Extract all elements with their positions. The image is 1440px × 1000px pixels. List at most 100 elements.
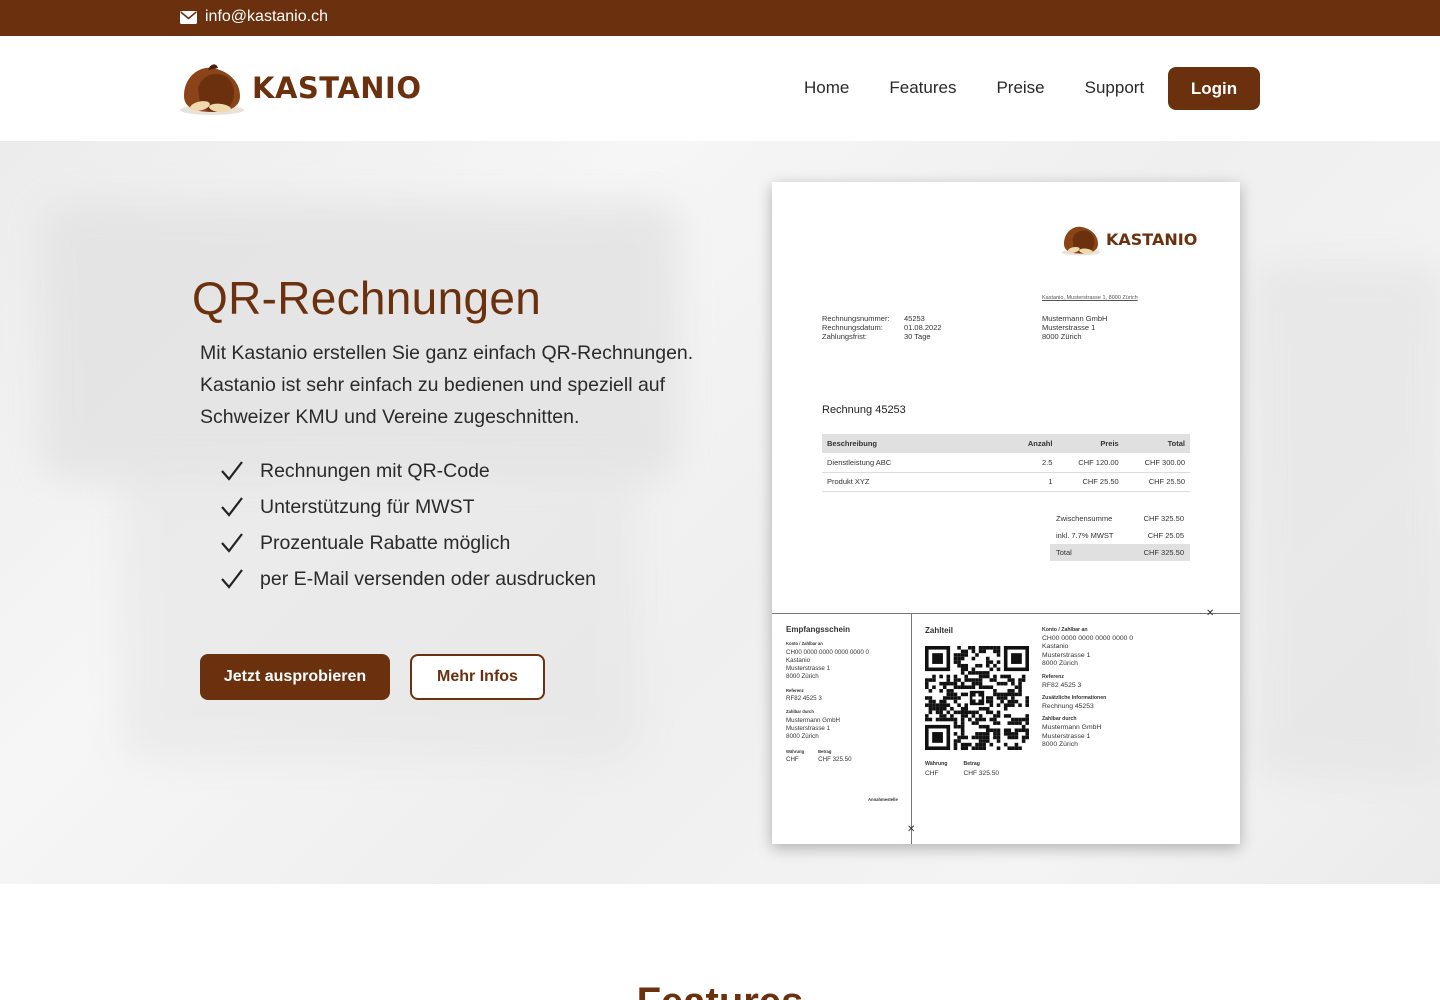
hero-title: QR-Rechnungen <box>192 272 542 324</box>
acceptance-point: Annahmestelle <box>868 797 898 802</box>
feature-list: Rechnungen mit QR-Code Unterstützung für… <box>220 453 596 597</box>
table-cell: Produkt XYZ <box>822 472 1012 492</box>
receipt-amount: Währung CHF Betrag CHF 325.50 <box>786 748 904 765</box>
address-line: 8000 Zürich <box>1042 332 1082 341</box>
try-now-button[interactable]: Jetzt ausprobieren <box>200 654 390 700</box>
feature-item: per E-Mail versenden oder ausdrucken <box>220 561 596 597</box>
meta-label: Rechnungsnummer: <box>822 314 890 323</box>
top-contact-bar: info@kastanio.ch <box>0 0 1440 36</box>
contact-email-link[interactable]: info@kastanio.ch <box>180 8 328 26</box>
payslip-line: Musterstrasse 1 <box>1042 651 1091 659</box>
invoice-meta: Rechnungsnummer: 45253 Rechnungsdatum: 01.… <box>822 314 942 341</box>
invoice-items-table: Beschreibung Anzahl Preis Total Dienstle… <box>822 434 1190 492</box>
receipt-label: Währung <box>786 748 805 754</box>
receipt-line: Kastanio <box>786 656 811 664</box>
payslip-label: Zusätzliche Informationen <box>1042 695 1107 702</box>
login-button[interactable]: Login <box>1168 67 1260 110</box>
qr-code-icon <box>925 646 1029 750</box>
receipt-label: Zahlbar durch <box>786 709 814 715</box>
table-cell: CHF 300.00 <box>1123 453 1190 473</box>
payslip-currency: CHF <box>925 770 939 777</box>
totals-value: CHF 325.50 <box>1143 514 1184 523</box>
nav-features[interactable]: Features <box>889 66 956 110</box>
nav-home[interactable]: Home <box>804 66 849 110</box>
column-header: Preis <box>1057 434 1124 453</box>
payslip-label: Währung <box>925 761 948 767</box>
feature-text: Unterstützung für MWST <box>260 495 475 518</box>
totals-value: CHF 25.05 <box>1147 531 1184 540</box>
contact-email[interactable]: info@kastanio.ch <box>205 8 328 26</box>
chestnut-logo-icon <box>180 64 244 115</box>
column-header: Beschreibung <box>822 434 1012 453</box>
payslip-line: Musterstrasse 1 <box>1042 732 1091 740</box>
payment-receipt: Empfangsschein Konto / Zahlbar an CH00 0… <box>786 625 904 802</box>
feature-item: Rechnungen mit QR-Code <box>220 453 596 489</box>
payslip-label: Zahlbar durch <box>1042 716 1077 723</box>
table-cell: 2.5 <box>1012 453 1058 473</box>
totals-label: inkl. 7.7% MWST <box>1056 531 1114 540</box>
receipt-amount-value: CHF 325.50 <box>818 755 852 763</box>
totals-row: Total CHF 325.50 <box>1050 544 1190 561</box>
scissors-icon: ✕ <box>1206 608 1215 619</box>
feature-text: per E-Mail versenden oder ausdrucken <box>260 567 597 590</box>
payslip-amount-value: CHF 325.50 <box>963 770 1000 777</box>
receipt-line: 8000 Zürich <box>786 733 819 741</box>
payslip-line: RF82 4525 3 <box>1042 681 1082 689</box>
feature-item: Prozentuale Rabatte möglich <box>220 525 596 561</box>
features-section-heading: Features <box>0 980 1440 1000</box>
meta-label: Rechnungsdatum: <box>822 323 883 332</box>
payslip-line: Rechnung 45253 <box>1042 702 1094 710</box>
meta-value: 45253 <box>904 314 925 323</box>
meta-label: Zahlungsfrist: <box>822 332 868 341</box>
address-line: Musterstrasse 1 <box>1042 323 1096 332</box>
checkmark-icon <box>221 533 243 553</box>
perforation-line <box>772 613 1240 614</box>
invoice-totals: Zwischensumme CHF 325.50 inkl. 7.7% MWST C… <box>1050 510 1190 561</box>
receipt-line: CH00 0000 0000 0000 0000 0 <box>786 648 869 656</box>
payslip-line: 8000 Zürich <box>1042 741 1078 749</box>
totals-row: inkl. 7.7% MWST CHF 25.05 <box>1050 527 1190 544</box>
table-cell: CHF 25.50 <box>1123 472 1190 492</box>
receipt-label: Konto / Zahlbar an <box>786 641 823 647</box>
payslip-line: Mustermann GmbH <box>1042 723 1102 731</box>
recipient-address: Mustermann GmbH Musterstrasse 1 8000 Zür… <box>1042 314 1107 341</box>
more-info-button[interactable]: Mehr Infos <box>410 654 545 700</box>
nav-support[interactable]: Support <box>1085 66 1145 110</box>
receipt-currency: CHF <box>786 755 799 763</box>
receipt-label: Betrag <box>818 748 832 754</box>
checkmark-icon <box>221 497 243 517</box>
column-header: Anzahl <box>1012 434 1058 453</box>
envelope-icon <box>180 10 197 24</box>
site-header: KASTANIO Home Features Preise Support Lo… <box>0 36 1440 141</box>
receipt-line: 8000 Zürich <box>786 673 819 681</box>
meta-value: 30 Tage <box>904 332 931 341</box>
payslip-amount: Währung CHF Betrag CHF 325.50 <box>925 760 999 778</box>
brand-logo[interactable]: KASTANIO <box>178 60 422 116</box>
feature-text: Prozentuale Rabatte möglich <box>260 531 511 554</box>
main-nav: Home Features Preise Support <box>804 66 1184 110</box>
table-row: Dienstleistung ABC 2.5 CHF 120.00 CHF 30… <box>822 453 1190 473</box>
nav-preise[interactable]: Preise <box>996 66 1044 110</box>
payslip-label: Betrag <box>963 761 980 767</box>
invoice-title: Rechnung 45253 <box>822 404 906 416</box>
table-cell: Dienstleistung ABC <box>822 453 1012 473</box>
payslip-line: 8000 Zürich <box>1042 660 1078 668</box>
table-row: Produkt XYZ 1 CHF 25.50 CHF 25.50 <box>822 472 1190 492</box>
payslip-title: Zahlteil <box>925 626 954 635</box>
background-blur <box>1250 261 1440 781</box>
checkmark-icon <box>221 569 243 589</box>
sender-line: Kastanio, Musterstrasse 1, 8000 Zürich <box>1042 295 1138 301</box>
hero-section: QR-Rechnungen Mit Kastanio erstellen Sie… <box>0 141 1440 884</box>
table-cell: CHF 120.00 <box>1057 453 1124 473</box>
receipt-line: Musterstrasse 1 <box>786 665 831 673</box>
perforation-line <box>911 613 912 844</box>
payslip-line: CH00 0000 0000 0000 0000 0 <box>1042 634 1134 642</box>
column-header: Total <box>1123 434 1190 453</box>
payslip-line: Kastanio <box>1042 643 1069 651</box>
receipt-line: RF82 4525 3 <box>786 695 822 703</box>
brand-wordmark: KASTANIO <box>252 71 422 105</box>
table-cell: 1 <box>1012 472 1058 492</box>
checkmark-icon <box>221 461 243 481</box>
hero-description: Mit Kastanio erstellen Sie ganz einfach … <box>200 342 694 428</box>
meta-value: 01.08.2022 <box>904 323 942 332</box>
